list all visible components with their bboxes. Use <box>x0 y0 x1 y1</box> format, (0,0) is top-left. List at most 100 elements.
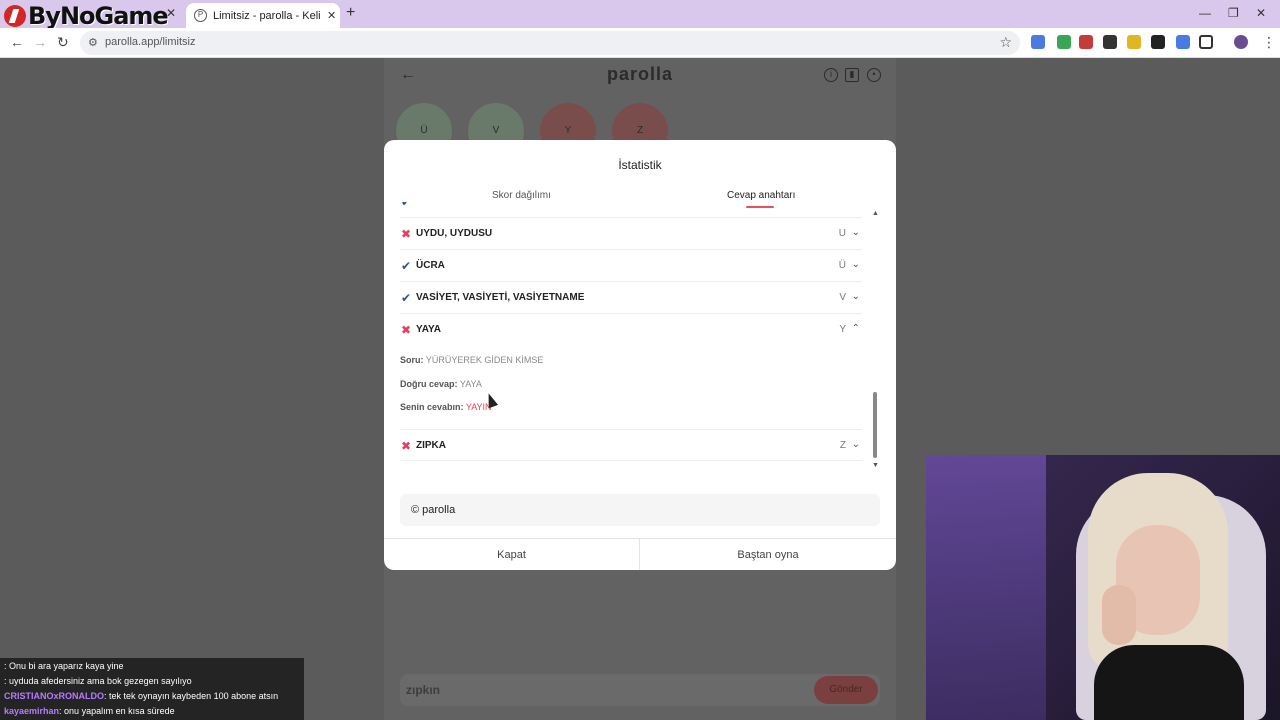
answer-letter: U <box>838 228 846 239</box>
answer-word: ÜCRA <box>416 260 445 271</box>
list-scrollbar[interactable]: ▲ ▼ <box>872 210 879 472</box>
question-detail: Soru: YÜRÜYEREK GİDEN KİMSE <box>400 355 543 365</box>
list-item[interactable]: ✔ <box>400 202 862 218</box>
correct-answer-label: Doğru cevap: <box>400 379 458 389</box>
chat-message: CRISTIANOxRONALDO: tek tek oynayın kaybe… <box>4 691 278 701</box>
chat-text: : Onu bi ara yaparız kaya yine <box>4 661 124 671</box>
chat-text: : onu yapalım en kısa sürede <box>59 706 175 716</box>
tab-title: Limitsiz - parolla - Kelime oyunu <box>213 9 321 22</box>
statistics-modal: İstatistik Skor dağılımı Cevap anahtarı … <box>384 140 896 570</box>
logo-icon <box>4 5 26 27</box>
footer-box: © parolla <box>400 494 880 526</box>
close-tab-icon[interactable]: ✕ <box>166 6 176 20</box>
channel-logo: ByNoGame <box>4 2 169 30</box>
answer-letter: Y <box>839 324 846 335</box>
answer-letter: Z <box>839 440 846 451</box>
check-icon: ✔ <box>400 291 412 305</box>
extension-icon[interactable] <box>1176 35 1190 49</box>
list-item[interactable]: ✔ ÜCRA Ü ⌄ <box>400 250 862 282</box>
list-item[interactable]: ✖ ZIPKA Z ⌄ <box>400 429 862 461</box>
check-icon: ✔ <box>400 259 412 273</box>
extension-icon[interactable] <box>1057 35 1071 49</box>
chevron-down-icon[interactable]: ⌄ <box>852 259 860 270</box>
tab-score-distribution[interactable]: Skor dağılımı <box>492 190 551 201</box>
webcam-streamer-body <box>1094 645 1244 720</box>
chevron-down-icon[interactable]: ⌄ <box>852 227 860 238</box>
correct-answer-detail: Doğru cevap: YAYA <box>400 379 482 389</box>
info-icon[interactable]: i <box>824 68 838 82</box>
profile-icon[interactable]: • <box>867 68 881 82</box>
profile-avatar[interactable] <box>1234 35 1248 49</box>
footer-text: © parolla <box>411 504 456 516</box>
scroll-down-icon[interactable]: ▼ <box>872 462 879 469</box>
stream-chat-overlay: : Onu bi ara yaparız kaya yine : uyduda … <box>0 658 304 720</box>
question-label: Soru: <box>400 355 424 365</box>
address-bar[interactable]: ⚙ parolla.app/limitsiz ☆ <box>80 31 1020 55</box>
modal-title: İstatistik <box>618 158 662 172</box>
cross-icon: ✖ <box>400 323 412 337</box>
reload-icon[interactable]: ↻ <box>57 34 69 51</box>
new-tab-icon[interactable]: + <box>346 4 355 22</box>
question-text: YÜRÜYEREK GİDEN KİMSE <box>425 355 544 365</box>
translate-extension-icon[interactable] <box>1031 35 1045 49</box>
your-answer-detail: Senin cevabın: YAYIN <box>400 402 492 412</box>
answer-input[interactable]: zıpkın Gönder <box>400 674 880 706</box>
extension-icon[interactable] <box>1103 35 1117 49</box>
window-close-icon[interactable]: ✕ <box>1256 6 1266 20</box>
chat-message: kayaemirhan: onu yapalım en kısa sürede <box>4 706 175 716</box>
cross-icon: ✖ <box>400 227 412 241</box>
answer-word: YAYA <box>416 324 442 335</box>
scroll-up-icon[interactable]: ▲ <box>872 210 879 217</box>
minimize-icon[interactable]: — <box>1199 6 1211 20</box>
close-tab-icon[interactable]: ✕ <box>327 9 336 22</box>
extension-icon[interactable] <box>1127 35 1141 49</box>
back-icon[interactable]: ← <box>10 34 24 50</box>
answer-letter: V <box>839 292 846 303</box>
url-text: parolla.app/limitsiz <box>105 36 196 48</box>
restore-icon[interactable]: ❐ <box>1228 6 1239 20</box>
answer-input-value: zıpkın <box>406 683 441 697</box>
chat-text: : tek tek oynayın kaybeden 100 abone ats… <box>104 691 279 701</box>
active-tab[interactable]: P Limitsiz - parolla - Kelime oyunu ✕ <box>186 3 340 28</box>
modal-actions: Kapat Baştan oyna <box>384 538 896 570</box>
close-button[interactable]: Kapat <box>384 539 640 570</box>
extensions-puzzle-icon[interactable] <box>1199 35 1213 49</box>
chat-username: kayaemirhan <box>4 706 60 716</box>
list-item[interactable]: ✔ VASİYET, VASİYETİ, VASİYETNAME V ⌄ <box>400 282 862 314</box>
correct-answer-text: YAYA <box>459 379 482 389</box>
tab-answer-key[interactable]: Cevap anahtarı <box>727 190 795 201</box>
chat-username: CRISTIANOxRONALDO <box>4 691 105 701</box>
webcam-background <box>926 455 1046 720</box>
submit-button[interactable]: Gönder <box>814 676 878 704</box>
scroll-thumb[interactable] <box>873 392 877 458</box>
menu-dots-icon[interactable]: ⋮ <box>1262 34 1276 51</box>
extension-icon[interactable] <box>1079 35 1093 49</box>
your-answer-label: Senin cevabın: <box>400 402 464 412</box>
page-title: parolla <box>606 64 674 84</box>
chevron-down-icon[interactable]: ⌄ <box>852 291 860 302</box>
browser-nav-bar: ← → ↻ ⚙ parolla.app/limitsiz ☆ ⋮ <box>0 28 1280 58</box>
check-icon: ✔ <box>400 202 412 209</box>
webcam-streamer-hand <box>1102 585 1136 645</box>
webcam-overlay <box>926 455 1280 720</box>
answer-key-list: ✔ ✖ UYDU, UYDUSU U ⌄ ✔ ÜCRA Ü ⌄ ✔ VASİYE… <box>384 202 874 472</box>
restart-button[interactable]: Baştan oyna <box>640 539 896 570</box>
answer-letter: Ü <box>838 260 846 271</box>
chat-message: : Onu bi ara yaparız kaya yine <box>4 661 124 671</box>
chat-text: : uyduda afedersiniz ama bok gezegen say… <box>4 676 192 686</box>
chevron-up-icon[interactable]: ⌃ <box>852 323 860 334</box>
cross-icon: ✖ <box>400 439 412 453</box>
stats-icon[interactable]: ▮ <box>845 68 859 82</box>
extension-icon[interactable] <box>1151 35 1165 49</box>
answer-word: VASİYET, VASİYETİ, VASİYETNAME <box>416 292 585 303</box>
chat-message: : uyduda afedersiniz ama bok gezegen say… <box>4 676 192 686</box>
browser-tab-bar: ByNoGame ✕ P Limitsiz - parolla - Kelime… <box>0 0 1280 30</box>
bookmark-star-icon[interactable]: ☆ <box>999 34 1012 51</box>
answer-word: ZIPKA <box>416 440 446 451</box>
chevron-down-icon[interactable]: ⌄ <box>852 439 860 450</box>
site-info-icon[interactable]: ⚙ <box>88 36 98 49</box>
answer-word: UYDU, UYDUSU <box>416 228 493 239</box>
list-item-expanded[interactable]: ✖ YAYA Y ⌃ <box>400 314 862 346</box>
forward-icon[interactable]: → <box>33 34 47 50</box>
list-item[interactable]: ✖ UYDU, UYDUSU U ⌄ <box>400 218 862 250</box>
